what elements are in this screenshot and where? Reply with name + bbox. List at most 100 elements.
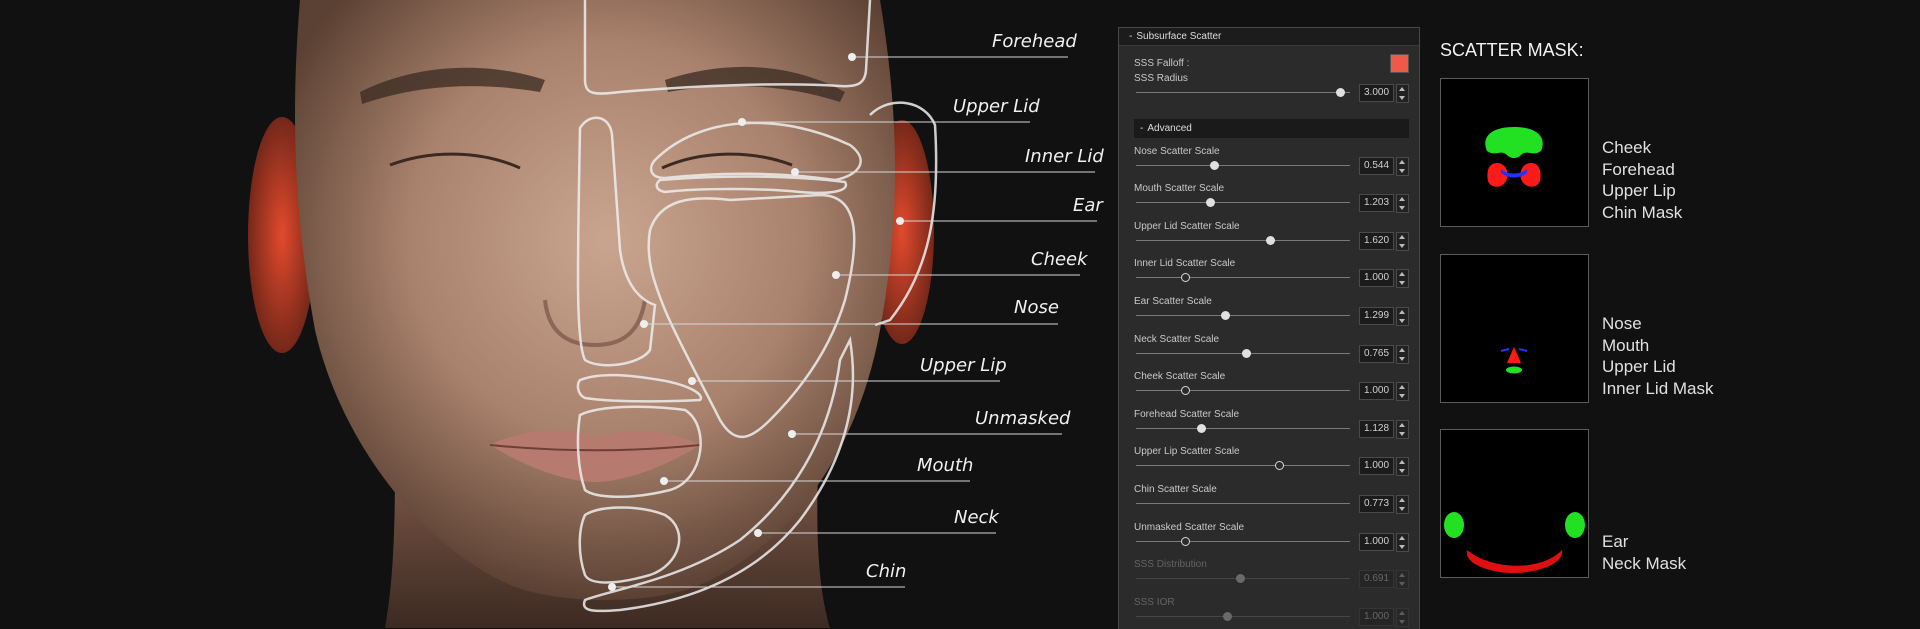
param-slider[interactable] (1136, 386, 1350, 396)
param-value[interactable]: 0.544 (1359, 156, 1394, 175)
mask-preview-nose-mouth (1440, 254, 1589, 403)
param-row: Cheek Scatter Scale 1.000 (1119, 371, 1419, 409)
spin-down-icon[interactable] (1399, 356, 1405, 361)
param-slider[interactable] (1136, 310, 1350, 320)
param-slider[interactable] (1136, 502, 1350, 504)
slider-knob[interactable] (1205, 198, 1215, 208)
slider-knob[interactable] (1265, 235, 1275, 245)
param-row: Mouth Scatter Scale 1.203 (1119, 183, 1419, 221)
param-label: Forehead Scatter Scale (1134, 408, 1240, 420)
spin-up-icon[interactable] (1399, 197, 1405, 202)
param-value[interactable]: 1.620 (1359, 231, 1394, 250)
sss-radius-value[interactable]: 3.000 (1359, 84, 1394, 102)
param-slider[interactable] (1136, 461, 1350, 471)
slider-knob[interactable] (1275, 461, 1285, 471)
slider-knob[interactable] (1181, 536, 1191, 546)
param-spinner[interactable] (1396, 419, 1409, 439)
slider-knob[interactable] (1210, 160, 1220, 170)
slider-knob[interactable] (1181, 273, 1191, 283)
advanced-collapse-toggle[interactable]: - (1140, 123, 1143, 134)
spin-up-icon[interactable] (1399, 535, 1405, 540)
param-slider[interactable] (1136, 348, 1350, 358)
mask-ear-right-shape (1565, 512, 1585, 538)
spin-down-icon[interactable] (1399, 469, 1405, 474)
param-slider[interactable] (1136, 198, 1350, 208)
param-slider[interactable] (1136, 611, 1350, 621)
spin-up-icon[interactable] (1399, 159, 1405, 164)
spin-down-icon[interactable] (1399, 544, 1405, 549)
slider-knob[interactable] (1197, 423, 1207, 433)
sss-radius-spinner[interactable] (1396, 84, 1409, 103)
param-spinner[interactable] (1396, 269, 1409, 289)
spin-down-icon[interactable] (1399, 168, 1405, 173)
slider-knob[interactable] (1235, 574, 1245, 584)
sss-radius-slider[interactable] (1136, 88, 1350, 97)
param-slider[interactable] (1136, 235, 1350, 245)
label-nose: Nose (1014, 297, 1059, 318)
spin-down-icon[interactable] (1399, 619, 1405, 624)
spin-down-icon[interactable] (1399, 506, 1405, 511)
spin-up-icon[interactable] (1399, 347, 1405, 352)
param-value[interactable]: 1.000 (1359, 269, 1394, 288)
param-spinner[interactable] (1396, 306, 1409, 326)
slider-knob[interactable] (1220, 310, 1230, 320)
label-mouth: Mouth (917, 455, 974, 476)
param-slider[interactable] (1136, 536, 1350, 546)
param-spinner[interactable] (1396, 607, 1409, 627)
spin-up-icon[interactable] (1399, 497, 1405, 502)
param-slider[interactable] (1136, 423, 1350, 433)
param-spinner[interactable] (1396, 156, 1409, 176)
advanced-section-header[interactable]: - Advanced (1134, 118, 1409, 138)
spin-up-icon[interactable] (1399, 422, 1405, 427)
spin-down-icon[interactable] (1399, 318, 1405, 323)
param-spinner[interactable] (1396, 194, 1409, 214)
collapse-toggle[interactable]: - (1129, 31, 1132, 42)
spin-up-icon[interactable] (1399, 234, 1405, 239)
param-spinner[interactable] (1396, 457, 1409, 477)
spin-up-icon[interactable] (1399, 460, 1405, 465)
spin-down-icon[interactable] (1399, 281, 1405, 286)
label-upper-lip: Upper Lip (920, 355, 1007, 376)
spin-down-icon[interactable] (1399, 243, 1405, 248)
param-spinner[interactable] (1396, 532, 1409, 552)
slider-knob[interactable] (1223, 611, 1233, 621)
param-value[interactable]: 0.691 (1359, 570, 1394, 589)
spin-down-icon[interactable] (1399, 96, 1405, 100)
param-spinner[interactable] (1396, 570, 1409, 590)
spin-up-icon[interactable] (1399, 272, 1405, 277)
param-slider[interactable] (1136, 273, 1350, 283)
param-slider[interactable] (1136, 160, 1350, 170)
spin-up-icon[interactable] (1399, 385, 1405, 390)
param-spinner[interactable] (1396, 382, 1409, 402)
param-spinner[interactable] (1396, 344, 1409, 364)
param-value[interactable]: 1.000 (1359, 532, 1394, 551)
sss-falloff-color-swatch[interactable] (1390, 54, 1409, 73)
param-spinner[interactable] (1396, 231, 1409, 251)
param-row: Chin Scatter Scale 0.773 (1119, 484, 1419, 522)
mask-label-line: Cheek (1602, 138, 1652, 157)
spin-up-icon[interactable] (1399, 309, 1405, 314)
spin-down-icon[interactable] (1399, 582, 1405, 587)
param-value[interactable]: 1.000 (1359, 382, 1394, 401)
spin-down-icon[interactable] (1399, 394, 1405, 399)
spin-up-icon[interactable] (1399, 87, 1405, 91)
param-value[interactable]: 1.128 (1359, 419, 1394, 438)
param-value[interactable]: 0.765 (1359, 344, 1394, 363)
param-value[interactable]: 0.773 (1359, 494, 1394, 513)
param-value[interactable]: 1.000 (1359, 607, 1394, 626)
param-slider[interactable] (1136, 574, 1350, 584)
subsurface-scatter-panel: - Subsurface Scatter SSS Falloff : SSS Ra… (1118, 27, 1420, 629)
slider-knob[interactable] (1181, 386, 1191, 396)
param-value[interactable]: 1.203 (1359, 194, 1394, 213)
spin-up-icon[interactable] (1399, 573, 1405, 578)
param-spinner[interactable] (1396, 494, 1409, 514)
spin-down-icon[interactable] (1399, 431, 1405, 436)
spin-down-icon[interactable] (1399, 206, 1405, 211)
slider-knob[interactable] (1242, 348, 1252, 358)
param-value[interactable]: 1.299 (1359, 306, 1394, 325)
sss-radius-row: SSS Radius 3.000 (1119, 73, 1419, 111)
spin-up-icon[interactable] (1399, 610, 1405, 615)
slider-knob[interactable] (1336, 88, 1346, 97)
panel-header[interactable]: - Subsurface Scatter (1119, 28, 1419, 46)
param-value[interactable]: 1.000 (1359, 457, 1394, 476)
